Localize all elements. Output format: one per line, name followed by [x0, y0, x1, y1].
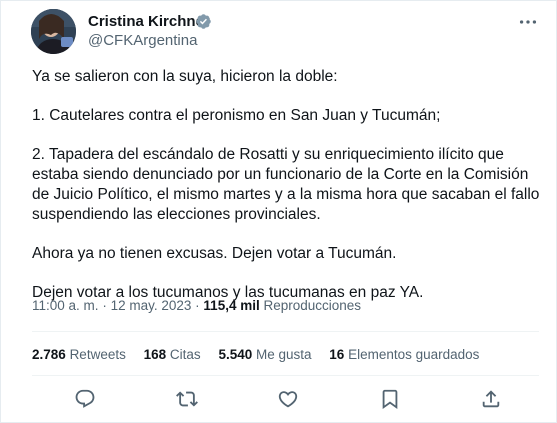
retweets-count: 2.786: [32, 347, 66, 362]
tweet-paragraph: Ahora ya no tienen excusas. Dejen votar …: [32, 245, 397, 262]
bookmarks-count: 16: [329, 347, 345, 362]
tweet-text: Ya se salieron con la suya, hicieron la …: [32, 67, 542, 303]
meta-separator: ·: [195, 298, 200, 313]
likes-label: Me gusta: [256, 347, 312, 362]
more-options-icon[interactable]: [517, 11, 539, 33]
share-button[interactable]: [480, 388, 502, 410]
bookmarks-stat[interactable]: 16 Elementos guardados: [329, 347, 479, 362]
avatar[interactable]: [31, 9, 76, 54]
tweet-paragraph: 1. Cautelares contra el peronismo en San…: [32, 107, 441, 124]
tweet-paragraph: 2. Tapadera del escándalo de Rosatti y s…: [32, 146, 540, 223]
tweet-stats: 2.786 Retweets 168 Citas 5.540 Me gusta …: [32, 347, 493, 362]
tweet-time[interactable]: 11:00 a. m.: [32, 298, 99, 313]
action-bar: [1, 388, 557, 412]
bookmark-button[interactable]: [379, 388, 401, 410]
retweets-stat[interactable]: 2.786 Retweets: [32, 347, 126, 362]
reply-button[interactable]: [74, 388, 96, 410]
likes-stat[interactable]: 5.540 Me gusta: [218, 347, 311, 362]
views-count: 115,4 mil: [203, 298, 260, 313]
avatar-photo: [31, 9, 76, 54]
retweet-icon: [176, 391, 198, 407]
bookmark-icon: [382, 389, 398, 410]
quotes-stat[interactable]: 168 Citas: [144, 347, 201, 362]
tweet-date[interactable]: 12 may. 2023: [111, 298, 192, 313]
author-name[interactable]: Cristina Kirchner: [88, 13, 210, 30]
divider: [32, 331, 539, 332]
author-handle[interactable]: @CFKArgentina: [88, 32, 197, 49]
meta-separator: ·: [102, 298, 107, 313]
retweet-button[interactable]: [176, 388, 198, 410]
tweet-paragraph: Ya se salieron con la suya, hicieron la …: [32, 68, 338, 85]
quotes-label: Citas: [169, 347, 201, 362]
quotes-count: 168: [143, 347, 167, 362]
divider: [32, 375, 539, 376]
tweet-meta: 11:00 a. m. · 12 may. 2023 · 115,4 mil R…: [32, 298, 361, 313]
likes-count: 5.540: [218, 347, 253, 362]
share-icon: [482, 390, 500, 408]
like-button[interactable]: [277, 388, 299, 410]
reply-icon: [75, 389, 95, 408]
like-icon: [278, 391, 298, 408]
bookmarks-label: Elementos guardados: [348, 347, 480, 362]
views-label: Reproducciones: [263, 298, 362, 313]
retweets-label: Retweets: [69, 347, 126, 362]
verified-badge-icon: [196, 14, 211, 29]
